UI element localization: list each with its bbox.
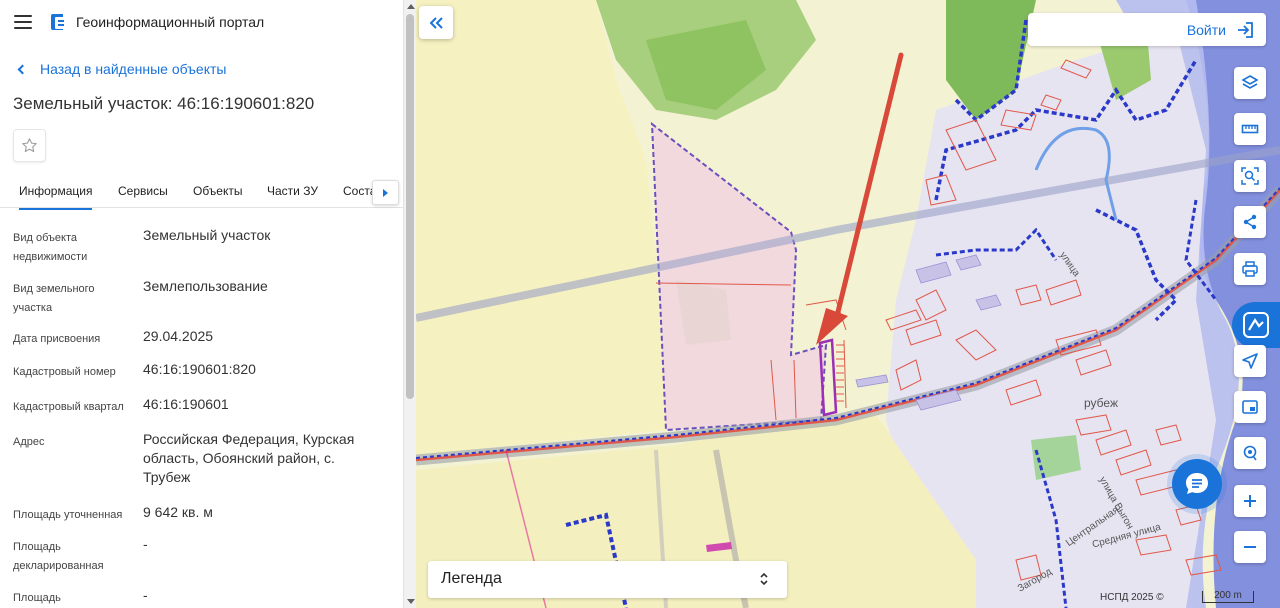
nspd-logo-icon (1243, 312, 1269, 338)
info-value: - (143, 587, 148, 603)
map-canvas[interactable] (416, 0, 1280, 608)
layers-button[interactable] (1234, 67, 1266, 99)
info-value: 46:16:190601 (143, 396, 229, 412)
map-label-village: рубеж (1084, 396, 1118, 410)
app-title: Геоинформационный портал (76, 14, 265, 30)
info-value: Земельный участок (143, 227, 271, 243)
info-value: 46:16:190601:820 (143, 361, 256, 377)
nspd-service-button[interactable] (1232, 302, 1280, 348)
info-label: Адрес (13, 436, 45, 448)
navigate-button[interactable] (1234, 345, 1266, 377)
collapse-panel-button[interactable] (419, 6, 453, 39)
login-label: Войти (1186, 21, 1226, 38)
picture-in-picture-icon (1242, 400, 1258, 414)
info-label: Дата присвоения (13, 333, 101, 345)
hamburger-icon[interactable] (14, 15, 32, 29)
info-value: Российская Федерация, Курская область, О… (143, 431, 355, 485)
scroll-down-icon[interactable] (407, 599, 415, 604)
info-label: Кадастровый квартал (13, 401, 124, 413)
ruler-icon (1241, 124, 1259, 134)
search-area-icon (1241, 167, 1259, 185)
geolocation-icon (1243, 445, 1257, 461)
tab-services[interactable]: Сервисы (118, 184, 168, 198)
zoom-out-button[interactable] (1234, 531, 1266, 563)
scrollbar-thumb[interactable] (406, 14, 414, 399)
zoom-in-button[interactable] (1234, 485, 1266, 517)
info-label: Площадь декларированная (13, 541, 104, 572)
tab-information[interactable]: Информация (19, 184, 93, 210)
panel-header: Геоинформационный портал (0, 0, 403, 44)
plus-icon (1244, 495, 1256, 507)
chevron-up-down-icon (760, 572, 768, 586)
navigate-icon (1242, 353, 1258, 369)
tab-objects[interactable]: Объекты (193, 184, 243, 198)
share-button[interactable] (1234, 206, 1266, 238)
side-panel: Геоинформационный портал Назад в найденн… (0, 0, 403, 608)
geolocation-button[interactable] (1234, 437, 1266, 469)
back-link-label: Назад в найденные объекты (40, 61, 227, 77)
info-value: 9 642 кв. м (143, 504, 213, 520)
map-scale: 200 m (1202, 591, 1254, 603)
info-value: Землепользование (143, 278, 268, 294)
layers-icon (1241, 75, 1259, 89)
share-icon (1243, 214, 1257, 230)
info-label: Кадастровый номер (13, 366, 116, 378)
info-value: 29.04.2025 (143, 328, 214, 344)
info-value: - (143, 536, 148, 552)
double-chevron-left-icon (429, 16, 443, 29)
login-button[interactable]: Войти (1028, 13, 1266, 46)
portal-logo-icon (51, 14, 64, 30)
map-view[interactable]: рубеж улица улица Выгон Центральная Сред… (416, 0, 1280, 608)
star-icon (22, 138, 37, 153)
print-button[interactable] (1234, 253, 1266, 285)
chevron-left-icon (17, 64, 28, 74)
legend-title: Легенда (441, 570, 502, 587)
search-area-button[interactable] (1234, 160, 1266, 192)
map-attribution: НСПД 2025 © (1100, 592, 1164, 603)
chat-icon (1186, 473, 1208, 494)
minus-icon (1244, 546, 1256, 548)
tab-parcel-parts[interactable]: Части ЗУ (267, 184, 318, 198)
panel-scrollbar[interactable] (403, 0, 416, 608)
info-label: Вид объекта недвижимости (13, 232, 88, 263)
info-label: Площадь уточненная (13, 509, 123, 521)
tab-bar: Информация Сервисы Объекты Части ЗУ Сост… (0, 176, 403, 210)
ruler-button[interactable] (1234, 113, 1266, 145)
info-label: Вид земельного участка (13, 283, 95, 314)
minimap-button[interactable] (1234, 391, 1266, 423)
print-icon (1242, 261, 1258, 277)
chat-button[interactable] (1172, 459, 1222, 509)
page-title: Земельный участок: 46:16:190601:820 (13, 94, 315, 113)
sign-in-icon (1238, 21, 1253, 38)
info-label: Площадь (13, 592, 61, 604)
favorite-button[interactable] (13, 129, 46, 162)
scroll-up-icon[interactable] (407, 4, 415, 9)
caret-right-icon (383, 188, 388, 197)
tabs-scroll-right-button[interactable] (372, 180, 399, 205)
back-link[interactable]: Назад в найденные объекты (16, 61, 226, 77)
legend-dropdown[interactable]: Легенда (428, 561, 787, 598)
